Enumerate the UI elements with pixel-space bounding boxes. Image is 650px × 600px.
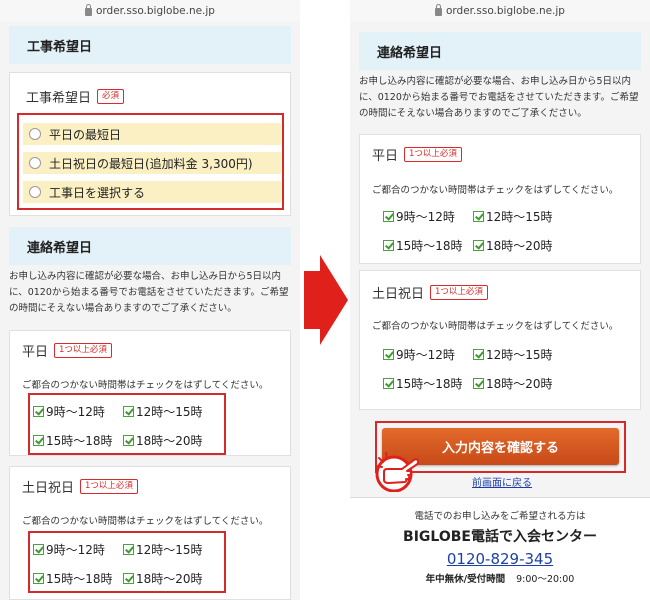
checkbox-checked-icon[interactable]: [383, 211, 394, 222]
weekday-note: ご都合のつかない時間帯はチェックをはずしてください。: [372, 185, 619, 196]
hours-label: 年中無休/受付時間: [425, 574, 506, 585]
construction-box-title-row: 工事希望日 必須: [26, 87, 125, 106]
highlight-radio-group: [17, 113, 284, 210]
slot-label: 9時〜12時: [396, 348, 455, 362]
url-bar[interactable]: order.sso.biglobe.ne.jp: [0, 0, 300, 22]
weekday-badge: 1つ以上必須: [404, 147, 462, 162]
holiday-slot-18-20[interactable]: 18時〜20時: [473, 375, 583, 392]
weekday-slot-18-20[interactable]: 18時〜20時: [473, 237, 583, 254]
holiday-box: 土日祝日 1つ以上必須 ご都合のつかない時間帯はチェックをはずしてください。 9…: [359, 270, 641, 410]
holiday-note: ご都合のつかない時間帯はチェックをはずしてください。: [372, 321, 619, 332]
center-name: BIGLOBE電話で入会センター: [403, 529, 597, 545]
holiday-note: ご都合のつかない時間帯はチェックをはずしてください。: [22, 516, 269, 527]
holiday-badge: 1つ以上必須: [430, 285, 488, 300]
checkbox-checked-icon[interactable]: [473, 349, 484, 360]
holiday-checkbox-grid: 9時〜12時 12時〜15時 15時〜18時 18時〜20時: [383, 346, 583, 392]
holiday-title: 土日祝日: [372, 287, 425, 302]
url-bar[interactable]: order.sso.biglobe.ne.jp: [350, 0, 650, 22]
phone-number-link[interactable]: 0120-829-345: [350, 550, 650, 568]
holiday-slot-12-15[interactable]: 12時〜15時: [473, 346, 583, 363]
contact-section-title: 連絡希望日: [9, 227, 291, 265]
url-text: order.sso.biglobe.ne.jp: [446, 5, 565, 17]
back-link[interactable]: 前画面に戻る: [472, 474, 532, 489]
weekday-title-row: 平日 1つ以上必須: [22, 341, 112, 360]
weekday-checkbox-grid: 9時〜12時 12時〜15時 15時〜18時 18時〜20時: [383, 208, 583, 254]
phone-intro: 電話でのお申し込みをご希望される方は: [414, 511, 586, 522]
checkbox-checked-icon[interactable]: [383, 349, 394, 360]
holiday-slot-9-12[interactable]: 9時〜12時: [383, 346, 473, 363]
contact-center-area: 電話でのお申し込みをご希望される方は BIGLOBE電話で入会センター 0120…: [350, 497, 650, 600]
contact-note: お申し込み内容に確認が必要な場合、お申し込み日から5日以内に、0120から始まる…: [9, 271, 289, 314]
weekday-title-row: 平日 1つ以上必須: [372, 145, 462, 164]
slot-label: 12時〜15時: [486, 348, 553, 362]
left-screen: order.sso.biglobe.ne.jp 工事希望日 工事希望日 必須 平…: [0, 0, 300, 600]
holiday-slot-15-18[interactable]: 15時〜18時: [383, 375, 473, 392]
highlight-holiday-slots: [28, 531, 226, 593]
construction-box-title: 工事希望日: [26, 91, 92, 106]
weekday-slot-9-12[interactable]: 9時〜12時: [383, 208, 473, 225]
pointing-hand-icon: [375, 452, 420, 492]
holiday-badge: 1つ以上必須: [80, 479, 138, 494]
checkbox-checked-icon[interactable]: [473, 240, 484, 251]
weekday-note: ご都合のつかない時間帯はチェックをはずしてください。: [22, 380, 269, 391]
construction-section-title: 工事希望日: [9, 26, 291, 64]
hours-row: 年中無休/受付時間 9:00〜20:00: [350, 571, 650, 585]
weekday-slot-12-15[interactable]: 12時〜15時: [473, 208, 583, 225]
right-arrow-icon: [304, 255, 348, 345]
highlight-weekday-slots: [28, 393, 226, 455]
weekday-title: 平日: [22, 345, 49, 360]
lock-icon: [85, 4, 92, 16]
checkbox-checked-icon[interactable]: [473, 211, 484, 222]
hours-value: 9:00〜20:00: [516, 574, 575, 585]
weekday-box: 平日 1つ以上必須 ご都合のつかない時間帯はチェックをはずしてください。 9時〜…: [359, 134, 641, 264]
url-text: order.sso.biglobe.ne.jp: [96, 5, 215, 17]
slot-label: 18時〜20時: [486, 239, 553, 253]
slot-label: 9時〜12時: [396, 210, 455, 224]
weekday-title: 平日: [372, 149, 399, 164]
weekday-slot-15-18[interactable]: 15時〜18時: [383, 237, 473, 254]
weekday-badge: 1つ以上必須: [54, 343, 112, 358]
holiday-title: 土日祝日: [22, 481, 75, 496]
slot-label: 15時〜18時: [396, 239, 463, 253]
holiday-title-row: 土日祝日 1つ以上必須: [22, 477, 138, 496]
checkbox-checked-icon[interactable]: [383, 378, 394, 389]
holiday-title-row: 土日祝日 1つ以上必須: [372, 283, 488, 302]
slot-label: 18時〜20時: [486, 377, 553, 391]
lock-icon: [435, 4, 442, 16]
checkbox-checked-icon[interactable]: [473, 378, 484, 389]
required-badge: 必須: [97, 89, 125, 104]
checkbox-checked-icon[interactable]: [383, 240, 394, 251]
slot-label: 15時〜18時: [396, 377, 463, 391]
slot-label: 12時〜15時: [486, 210, 553, 224]
contact-note: お申し込み内容に確認が必要な場合、お申し込み日から5日以内に、0120から始まる…: [359, 76, 639, 119]
contact-section-title: 連絡希望日: [359, 32, 641, 70]
